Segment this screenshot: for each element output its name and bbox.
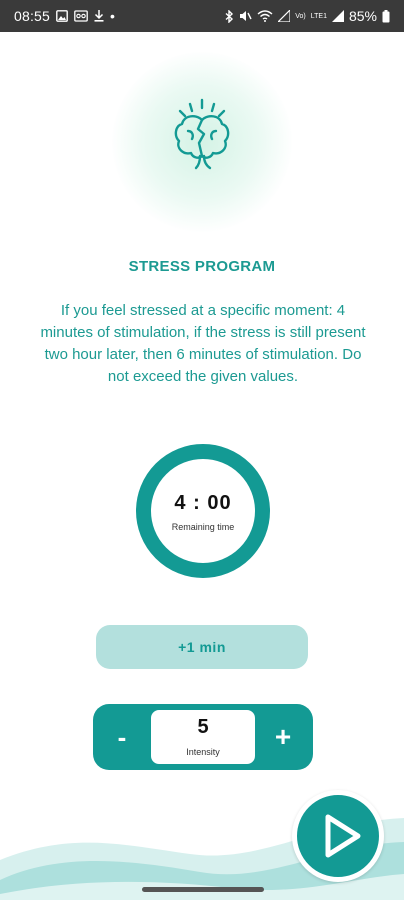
- network-type-badge-2: LTE1: [311, 9, 327, 23]
- intensity-stepper: - 5 Intensity +: [93, 704, 313, 770]
- program-description: If you feel stressed at a specific momen…: [40, 302, 366, 385]
- battery-percent: 85%: [348, 8, 377, 24]
- intensity-value: 5: [197, 716, 209, 738]
- bluetooth-icon: [225, 9, 234, 23]
- notification-dot: •: [110, 8, 115, 24]
- status-time: 08:55: [14, 8, 51, 24]
- intensity-increase-button[interactable]: +: [253, 704, 313, 770]
- cell-signal-icon: [331, 9, 344, 23]
- signal-icon: [278, 9, 291, 23]
- intensity-decrease-button[interactable]: -: [93, 704, 151, 770]
- timer-label: Remaining time: [171, 522, 235, 532]
- voicemail-icon: [74, 9, 88, 23]
- play-icon: [325, 814, 361, 858]
- network-type-badge: Vo): [295, 9, 306, 23]
- network-label-mid: LTE1: [310, 12, 327, 20]
- download-icon: [94, 9, 104, 23]
- brain-stress-icon: [174, 98, 230, 170]
- mute-icon: [239, 9, 252, 23]
- timer-value: 4 : 00: [174, 492, 232, 514]
- gallery-icon: [56, 9, 68, 23]
- network-label-top: Vo): [295, 12, 306, 20]
- intensity-label: Intensity: [186, 747, 220, 757]
- status-left: 08:55 •: [14, 8, 115, 24]
- program-title: STRESS PROGRAM: [128, 258, 276, 275]
- battery-icon: [382, 9, 390, 23]
- wifi-icon: [257, 9, 273, 23]
- status-right: Vo) LTE1 85%: [225, 8, 390, 24]
- play-button[interactable]: [292, 790, 384, 882]
- intensity-display: 5 Intensity: [151, 710, 255, 764]
- gesture-nav-bar[interactable]: [142, 887, 264, 892]
- status-bar: 08:55 • Vo) LTE1 85%: [0, 0, 404, 32]
- add-minute-button[interactable]: +1 min: [96, 625, 308, 669]
